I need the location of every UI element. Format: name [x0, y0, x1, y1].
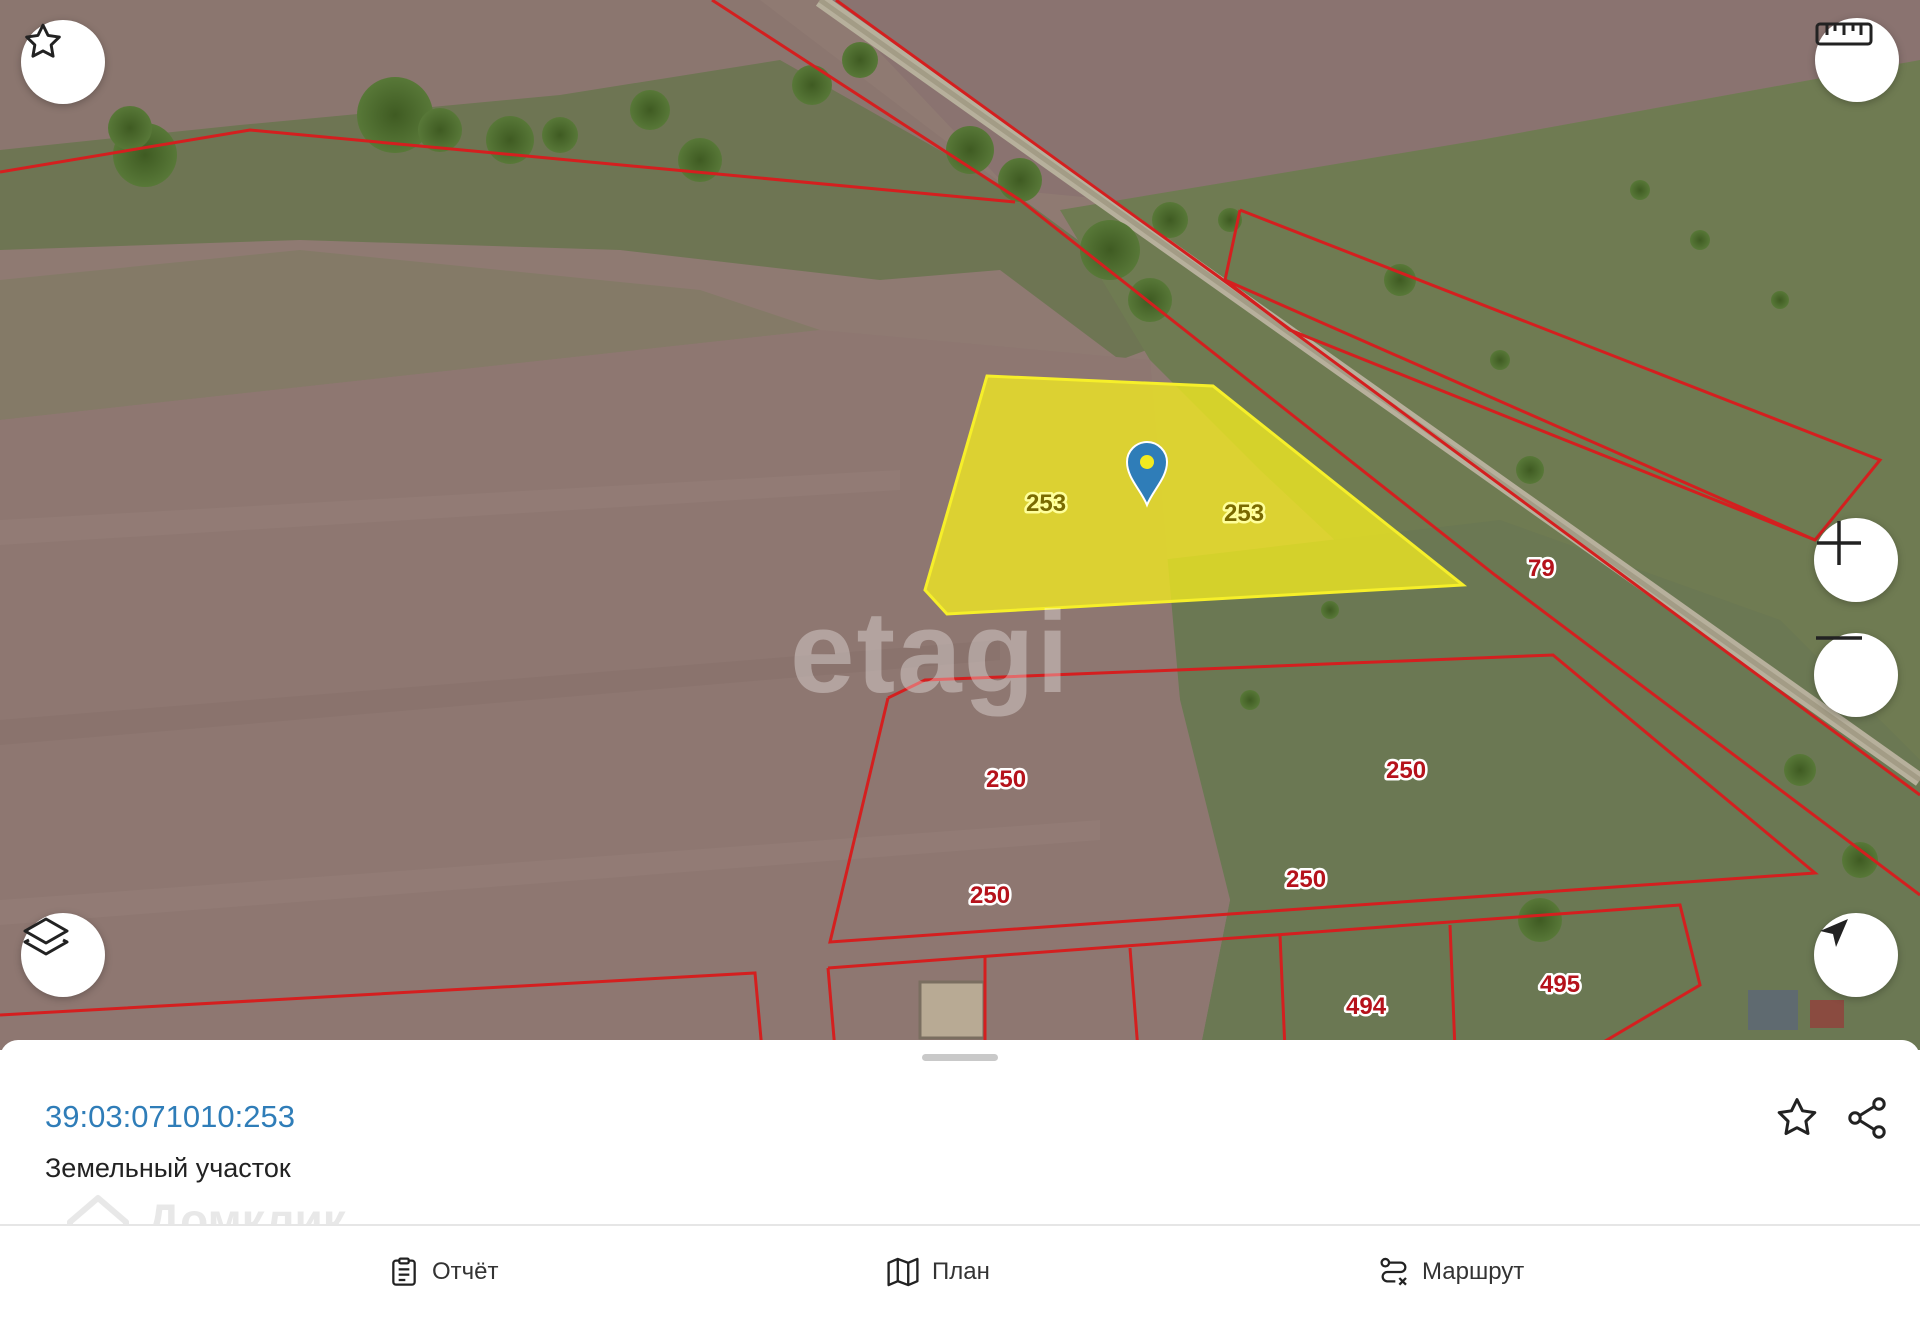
- layers-icon: [23, 917, 69, 956]
- zoom-in-button[interactable]: [1814, 518, 1898, 602]
- satellite-map: 253 253 79 250 250 250 250 494 495: [0, 0, 1920, 1050]
- share-button[interactable]: [1843, 1094, 1891, 1147]
- plan-button[interactable]: План: [886, 1226, 990, 1317]
- etagi-watermark: etagi: [790, 587, 1071, 717]
- report-button[interactable]: Отчёт: [388, 1226, 499, 1317]
- minus-icon: [1816, 636, 1862, 640]
- route-icon: [1380, 1257, 1407, 1285]
- object-type: Земельный участок: [45, 1153, 291, 1183]
- ruler-button[interactable]: [1815, 18, 1899, 102]
- bottom-navigation: Отчёт План Маршрут: [0, 1226, 1920, 1317]
- favorite-map-button[interactable]: [21, 20, 105, 104]
- sheet-drag-handle[interactable]: [922, 1054, 998, 1061]
- plan-label: План: [932, 1257, 990, 1285]
- plot-label-road[interactable]: 79: [1526, 553, 1558, 585]
- star-icon: [1777, 1098, 1817, 1135]
- add-favorite-button[interactable]: [1773, 1094, 1821, 1147]
- report-label: Отчёт: [432, 1257, 499, 1285]
- map-icon: [887, 1257, 919, 1286]
- plot-label-sel-2[interactable]: 253: [1222, 498, 1267, 530]
- navigation-icon: [1820, 919, 1848, 947]
- clipboard-icon: [392, 1257, 416, 1286]
- plot-label-p250c[interactable]: 250: [1284, 864, 1329, 896]
- plot-label-p495[interactable]: 495: [1538, 969, 1583, 1001]
- my-location-button[interactable]: [1814, 913, 1898, 997]
- route-button[interactable]: Маршрут: [1378, 1226, 1524, 1317]
- star-icon: [25, 23, 61, 58]
- plus-icon: [1817, 521, 1861, 565]
- share-icon: [1848, 1097, 1886, 1139]
- plot-label-p250a[interactable]: 250: [984, 764, 1029, 796]
- plot-label-sel-1[interactable]: 253: [1024, 488, 1069, 520]
- zoom-out-button[interactable]: [1814, 633, 1898, 717]
- route-label: Маршрут: [1422, 1257, 1525, 1285]
- cadastral-number[interactable]: 39:03:071010:253: [45, 1099, 295, 1135]
- plot-label-p494[interactable]: 494: [1344, 991, 1390, 1023]
- plot-label-p250d[interactable]: 250: [968, 880, 1013, 912]
- plot-label-p250b[interactable]: 250: [1384, 755, 1429, 787]
- map-view[interactable]: 253 253 79 250 250 250 250 494 495 etagi: [0, 0, 1920, 1050]
- layers-button[interactable]: [21, 913, 105, 997]
- ruler-icon: [1815, 22, 1873, 46]
